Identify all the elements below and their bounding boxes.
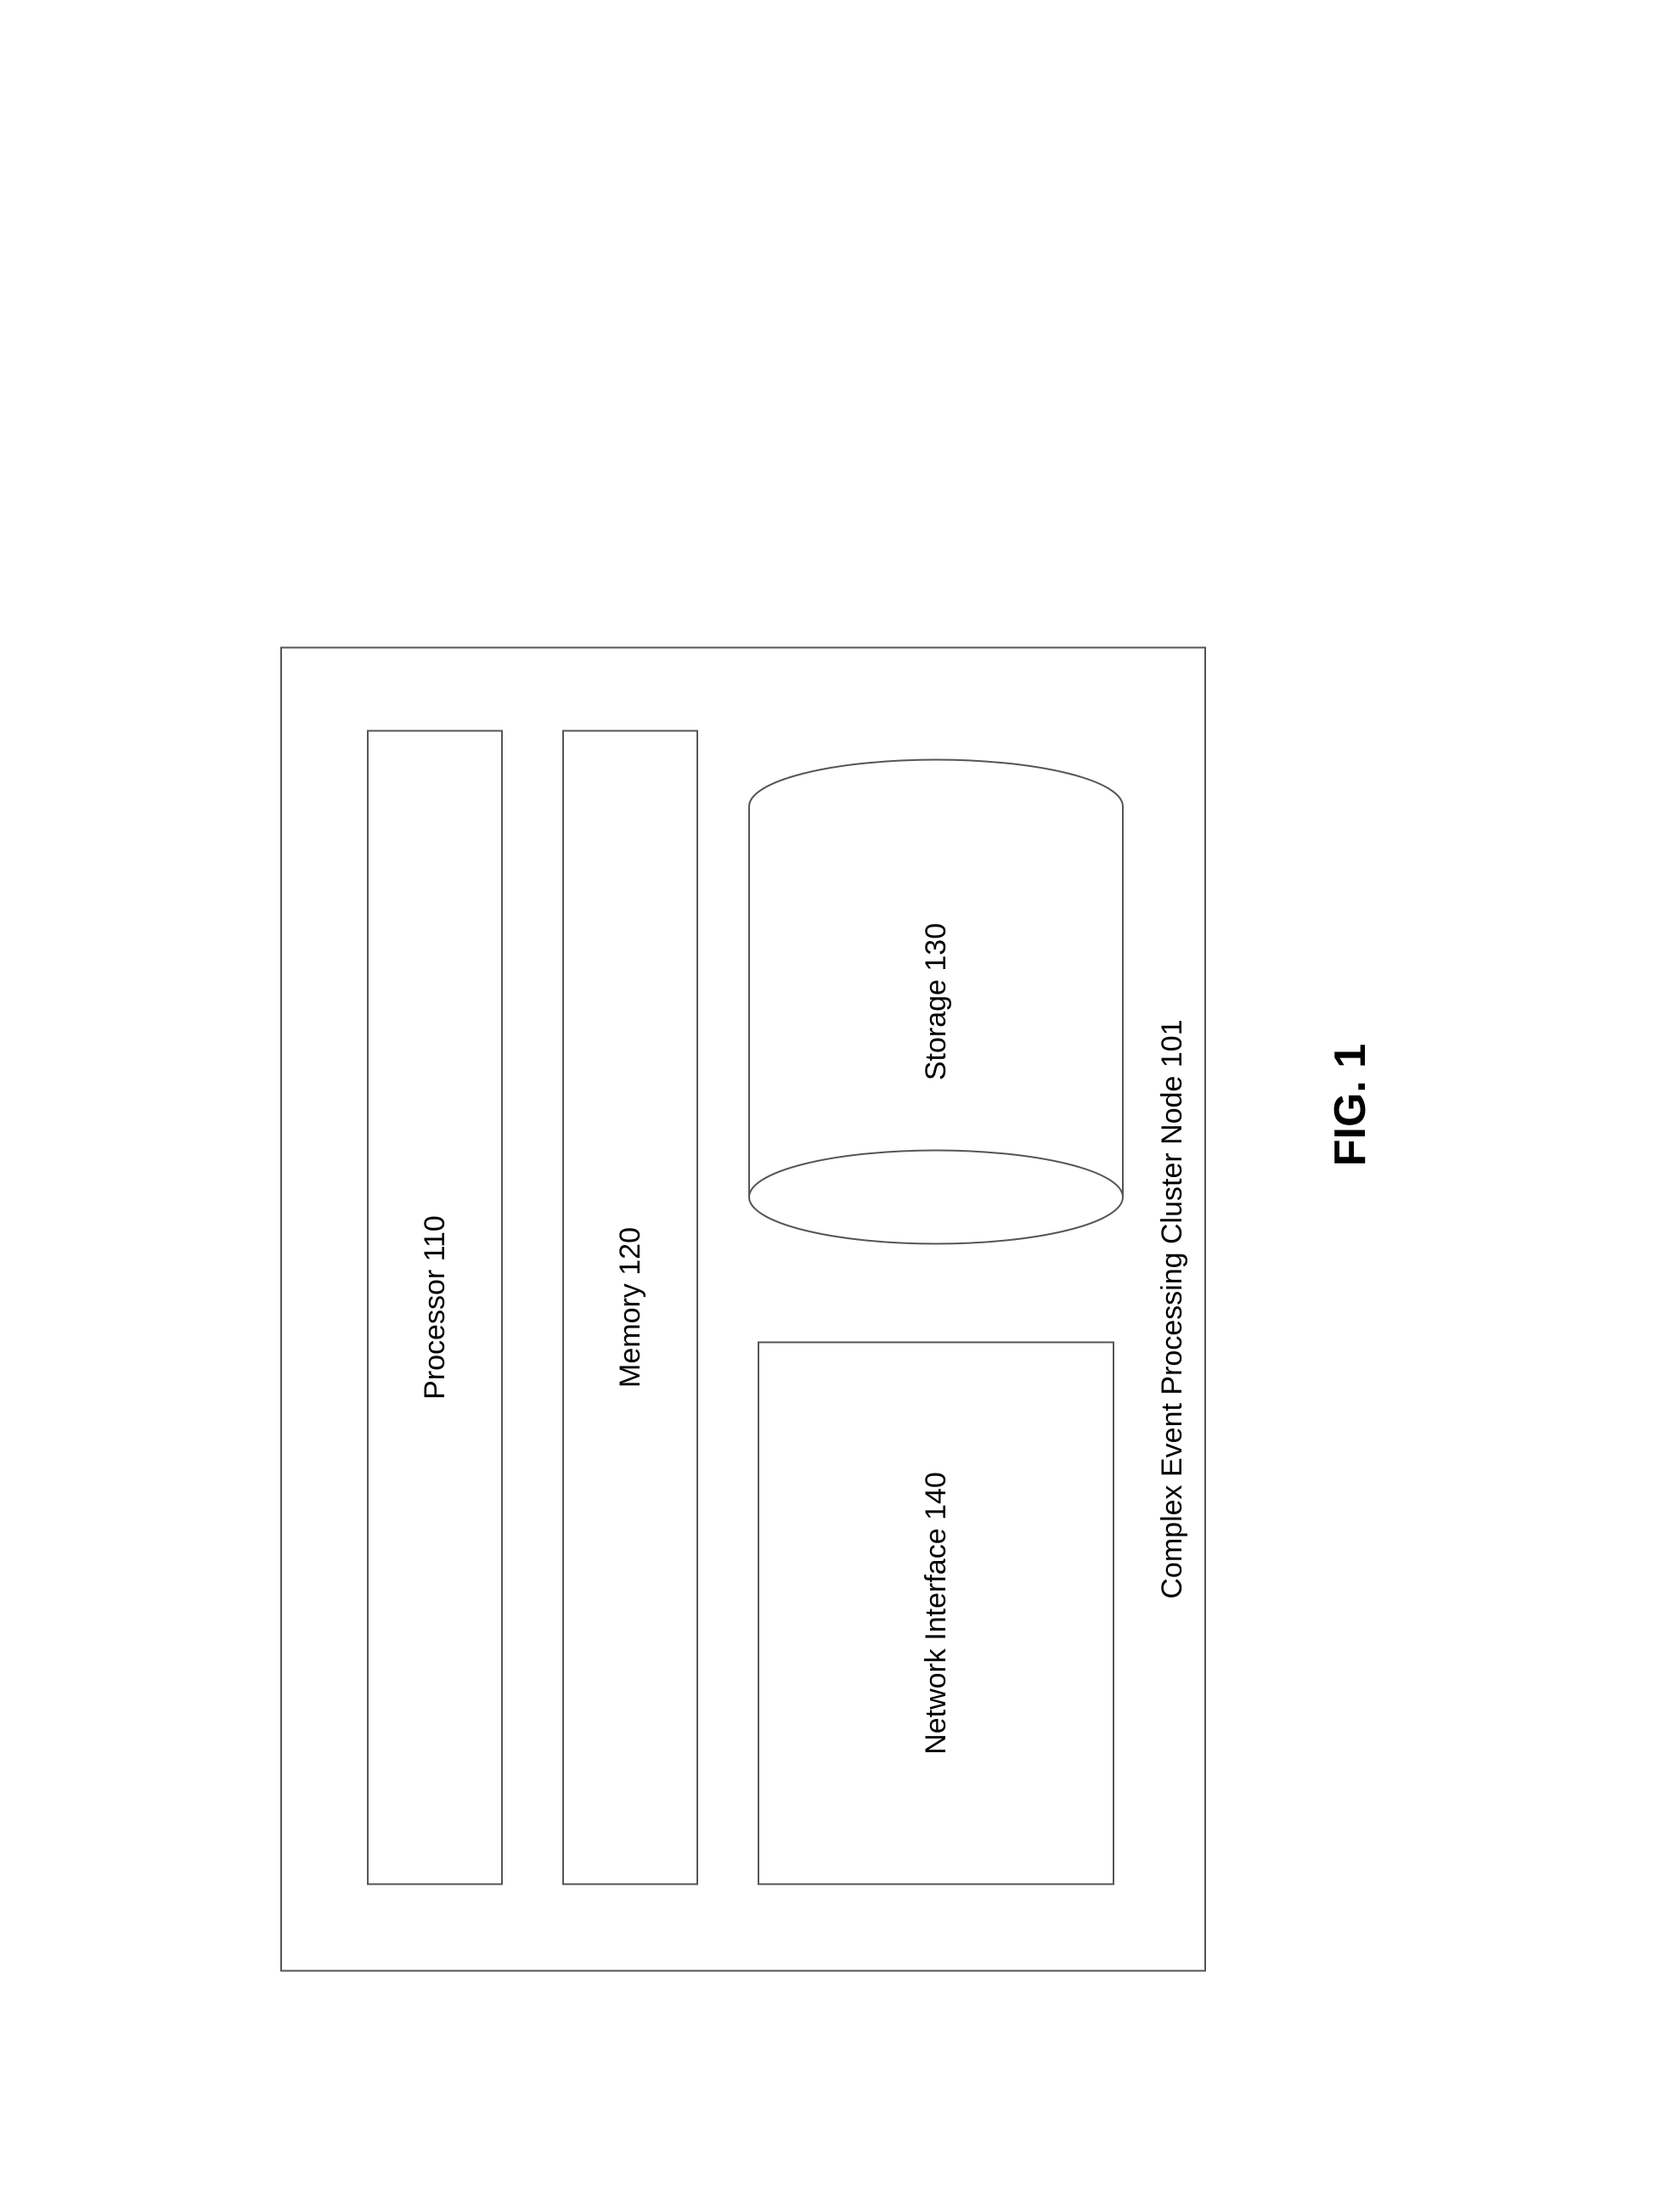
cluster-node-box: Processor 110 Memory 120 Network Interfa… bbox=[280, 646, 1206, 1971]
storage-cylinder: Storage 130 bbox=[732, 730, 1140, 1273]
memory-box: Memory 120 bbox=[562, 730, 698, 1885]
page-canvas: Processor 110 Memory 120 Network Interfa… bbox=[0, 0, 1680, 2209]
processor-box: Processor 110 bbox=[367, 730, 503, 1885]
network-interface-label: Network Interface 140 bbox=[920, 1472, 953, 1755]
cluster-node-caption: Complex Event Processing Cluster Node 10… bbox=[1156, 648, 1189, 1970]
cluster-node-caption-text: Complex Event Processing Cluster Node 10… bbox=[1156, 1019, 1188, 1598]
figure-label: FIG. 1 bbox=[1325, 0, 1376, 2209]
storage-label: Storage 130 bbox=[920, 922, 953, 1079]
processor-label: Processor 110 bbox=[419, 1215, 452, 1400]
landscape-wrapper: Processor 110 Memory 120 Network Interfa… bbox=[0, 0, 1680, 2209]
network-interface-box: Network Interface 140 bbox=[758, 1341, 1114, 1885]
memory-label: Memory 120 bbox=[614, 1227, 647, 1388]
figure-label-text: FIG. 1 bbox=[1326, 1043, 1375, 1165]
